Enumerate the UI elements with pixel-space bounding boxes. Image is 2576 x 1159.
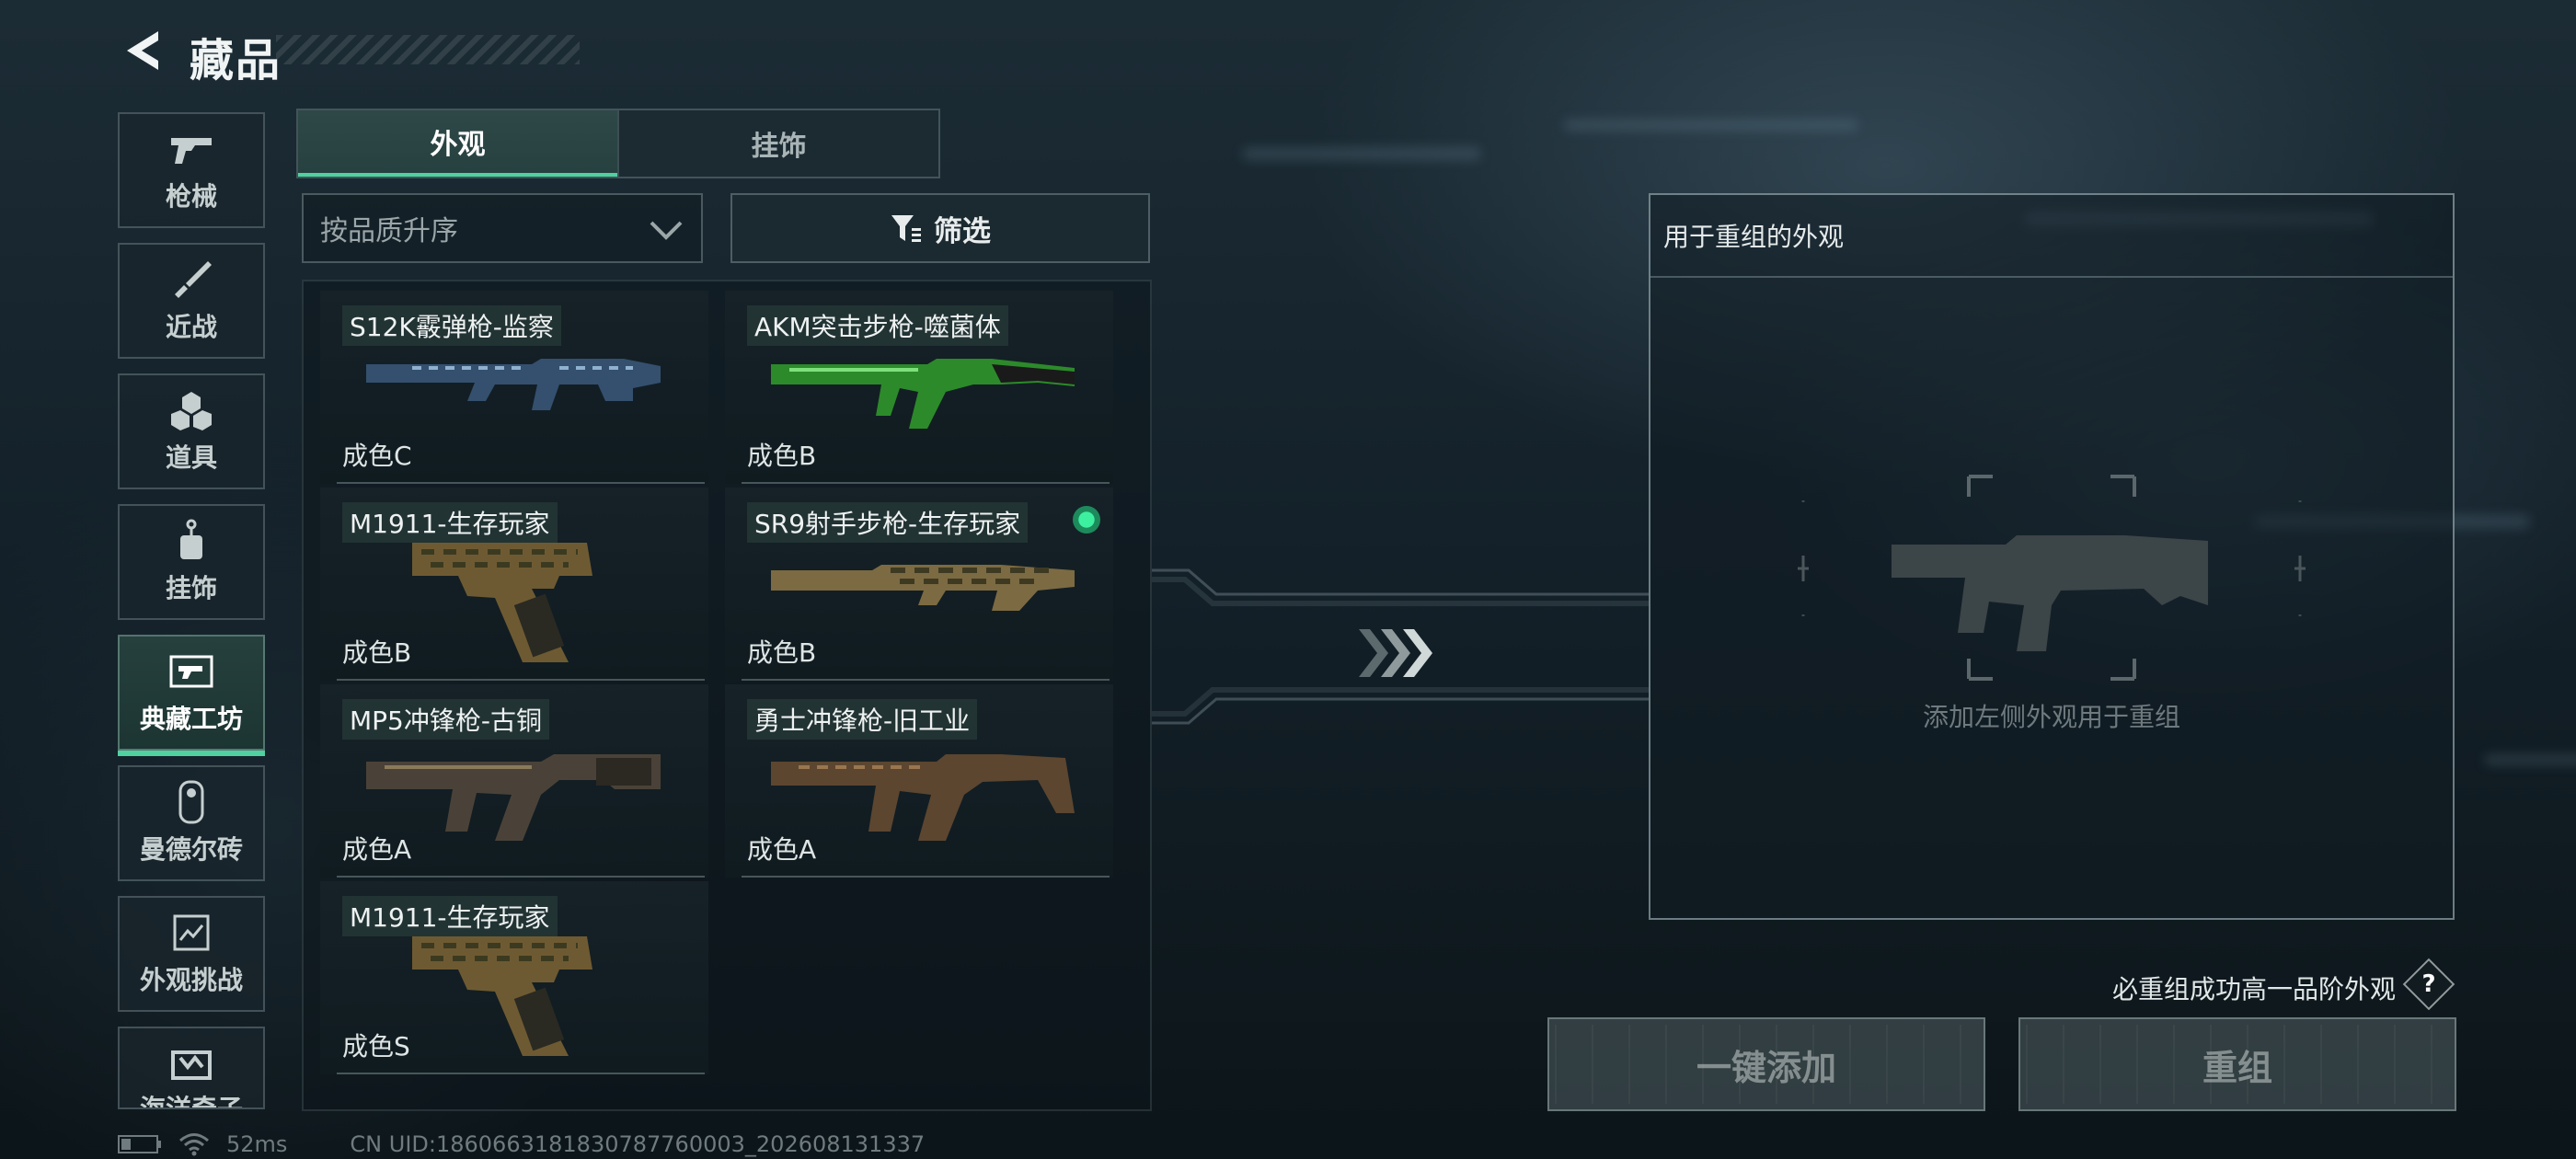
sidebar-item-label: 曼德尔砖 bbox=[139, 834, 243, 865]
sidebar-item-label: 道具 bbox=[165, 442, 217, 473]
skin-grid: S12K霰弹枪-监察 成色C AKM突击步枪-噬菌体 成色B M1911-生存玩… bbox=[302, 280, 1152, 1111]
filter-icon bbox=[891, 215, 921, 242]
skin-name: S12K霰弹枪-监察 bbox=[342, 305, 561, 346]
empty-slot-placeholder-icon bbox=[1798, 475, 2306, 681]
tab-appearance[interactable]: 外观 bbox=[298, 110, 617, 177]
skin-card[interactable]: AKM突击步枪-噬菌体 成色B bbox=[725, 291, 1113, 484]
recombine-button[interactable]: 重组 bbox=[2018, 1017, 2456, 1111]
skin-grade: 成色A bbox=[342, 834, 412, 865]
sidebar-item-label: 外观挑战 bbox=[139, 965, 243, 995]
ping-value: 52ms bbox=[226, 1131, 288, 1157]
sidebar-item-label: 挂饰 bbox=[165, 573, 217, 603]
add-all-button[interactable]: 一键添加 bbox=[1547, 1017, 1985, 1111]
wifi-icon bbox=[179, 1133, 209, 1156]
brick-icon bbox=[169, 780, 213, 824]
title-decoration bbox=[276, 35, 580, 64]
sort-dropdown[interactable]: 按品质升序 bbox=[302, 193, 703, 263]
category-tabs: 外观 挂饰 bbox=[296, 109, 940, 178]
sidebar-item-melee[interactable]: 近战 bbox=[118, 243, 265, 359]
recombine-hint: 添加左侧外观用于重组 bbox=[1922, 702, 2180, 732]
add-all-label: 一键添加 bbox=[1696, 1047, 1836, 1088]
skin-grade: 成色S bbox=[342, 1031, 410, 1061]
battery-icon bbox=[118, 1135, 161, 1153]
skin-name: 勇士冲锋枪-旧工业 bbox=[747, 699, 978, 740]
help-icon: ? bbox=[2421, 970, 2436, 998]
sidebar-item-charms[interactable]: 挂饰 bbox=[118, 504, 265, 620]
sidebar-item-label: 近战 bbox=[165, 312, 217, 342]
skin-card[interactable]: MP5冲锋枪-古铜 成色A bbox=[320, 684, 708, 878]
triple-chevron-icon bbox=[1359, 629, 1432, 677]
sidebar-item-label: 海洋奇子 bbox=[139, 1094, 243, 1109]
status-bar: 52ms CN UID:1860663181830787760003_20260… bbox=[118, 1131, 925, 1157]
sidebar-item-items[interactable]: 道具 bbox=[118, 373, 265, 489]
skin-card[interactable]: S12K霰弹枪-监察 成色C bbox=[320, 291, 708, 484]
help-button[interactable]: ? bbox=[2402, 958, 2455, 1011]
collection-screen: 藏品 枪械 近战 道具 挂饰 典藏工坊 曼德尔砖 外观挑战 海洋奇子 外观 挂饰… bbox=[0, 0, 2576, 1159]
skin-card[interactable]: M1911-生存玩家 成色S bbox=[320, 881, 708, 1074]
filter-label: 筛选 bbox=[934, 214, 991, 248]
skin-grade: 成色A bbox=[747, 834, 817, 865]
sidebar-item-mandel-brick[interactable]: 曼德尔砖 bbox=[118, 765, 265, 881]
bg-streak bbox=[1564, 120, 1858, 131]
skin-grade: 成色C bbox=[342, 441, 412, 471]
knife-icon bbox=[169, 258, 213, 302]
ocean-icon bbox=[169, 1047, 213, 1084]
skin-grade: 成色B bbox=[342, 637, 412, 668]
gun-icon bbox=[169, 127, 213, 171]
bg-streak bbox=[2484, 754, 2576, 765]
challenge-icon bbox=[169, 911, 213, 955]
skin-name: MP5冲锋枪-古铜 bbox=[342, 699, 549, 740]
skin-grade: 成色B bbox=[747, 637, 817, 668]
skin-name: AKM突击步枪-噬菌体 bbox=[747, 305, 1008, 346]
sidebar-item-workshop[interactable]: 典藏工坊 bbox=[118, 635, 265, 756]
sort-value: 按品质升序 bbox=[320, 215, 458, 247]
sidebar-item-ocean[interactable]: 海洋奇子 bbox=[118, 1027, 265, 1109]
skin-card[interactable]: 勇士冲锋枪-旧工业 成色A bbox=[725, 684, 1113, 878]
back-arrow-icon[interactable] bbox=[121, 28, 166, 74]
sidebar-item-skin-challenge[interactable]: 外观挑战 bbox=[118, 896, 265, 1012]
skin-name: M1911-生存玩家 bbox=[342, 896, 558, 936]
bg-streak bbox=[1242, 147, 1481, 160]
recombine-label: 重组 bbox=[2202, 1047, 2272, 1088]
items-icon bbox=[169, 388, 213, 432]
sidebar-item-guns[interactable]: 枪械 bbox=[118, 112, 265, 228]
guarantee-text: 必重组成功高一品阶外观 bbox=[2112, 974, 2397, 1004]
skin-card[interactable]: SR9射手步枪-生存玩家 成色B bbox=[725, 488, 1113, 681]
skin-name: M1911-生存玩家 bbox=[342, 502, 558, 543]
tab-charms[interactable]: 挂饰 bbox=[617, 110, 938, 177]
skin-card[interactable]: M1911-生存玩家 成色B bbox=[320, 488, 708, 681]
page-title: 藏品 bbox=[190, 35, 282, 86]
chevron-down-icon bbox=[650, 221, 683, 240]
filter-button[interactable]: 筛选 bbox=[730, 193, 1150, 263]
selected-indicator bbox=[1073, 506, 1100, 534]
skin-name: SR9射手步枪-生存玩家 bbox=[747, 502, 1029, 543]
charm-icon bbox=[169, 519, 213, 563]
recombine-panel-title: 用于重组的外观 bbox=[1650, 195, 2453, 278]
sidebar-item-label: 枪械 bbox=[165, 181, 217, 212]
skin-grade: 成色B bbox=[747, 441, 817, 471]
uid-text: CN UID:1860663181830787760003_2026081313… bbox=[350, 1131, 926, 1157]
sidebar-item-label: 典藏工坊 bbox=[139, 704, 243, 734]
workshop-icon bbox=[169, 649, 213, 694]
recombine-panel[interactable]: 用于重组的外观 添加左侧外观用于重组 bbox=[1649, 193, 2455, 920]
